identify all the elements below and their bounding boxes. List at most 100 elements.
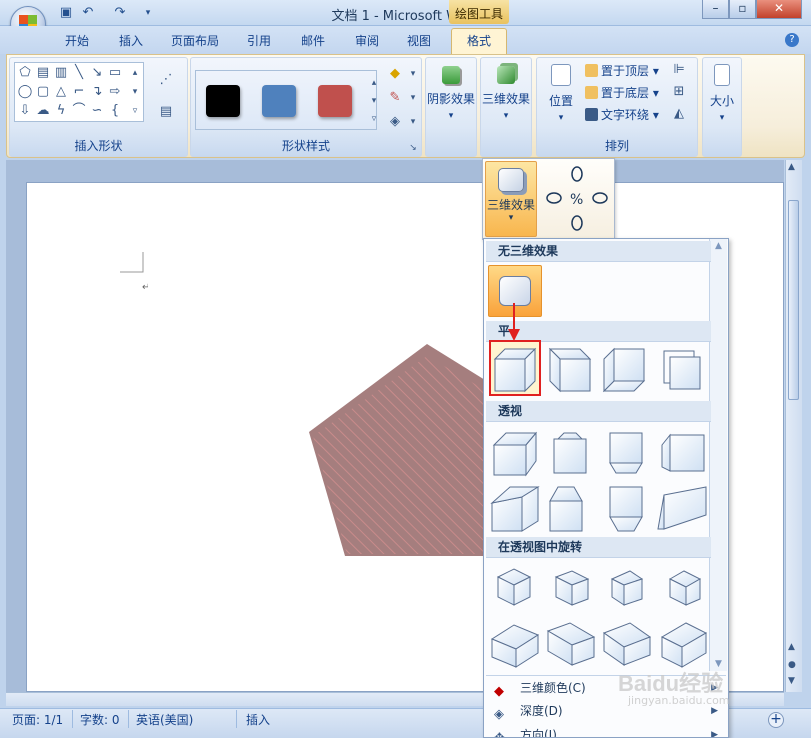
style-gallery-up-icon[interactable]: ▴ — [366, 75, 382, 91]
status-separator — [128, 710, 129, 728]
status-insert-mode[interactable]: 插入 — [246, 712, 270, 728]
send-to-back-button[interactable]: 置于底层 ▾ — [585, 84, 659, 102]
rectangle-shape-icon[interactable]: ▭ — [107, 65, 123, 81]
minimize-button[interactable]: – — [702, 0, 729, 19]
rotation-cube-3 — [610, 570, 644, 606]
scroll-up-icon[interactable]: ▲ — [788, 162, 795, 172]
status-page[interactable]: 页面: 1/1 — [12, 712, 63, 728]
parallel-cube-1 — [493, 347, 537, 393]
redo-icon[interactable]: ↷ — [112, 5, 128, 21]
tab-view[interactable]: 视图 — [398, 30, 440, 52]
close-button[interactable]: ✕ — [756, 0, 802, 19]
gallery-up-icon[interactable]: ▴ — [127, 65, 143, 81]
shape-outline-dropdown-icon[interactable]: ▾ — [405, 90, 421, 106]
group-label-arrange: 排列 — [604, 139, 629, 153]
change-shape-dropdown-icon[interactable]: ▾ — [405, 114, 421, 130]
cloud-shape-icon[interactable]: ☁ — [35, 103, 51, 119]
next-page-icon[interactable]: ▼ — [788, 676, 795, 686]
textbox-shape-icon[interactable]: ▤ — [35, 65, 51, 81]
arc-shape-icon[interactable]: ⌒ — [71, 103, 87, 119]
shadow-effects-label: 阴影效果 — [426, 92, 475, 106]
size-button[interactable]: 大小 ▾ — [703, 64, 741, 123]
right-arrow-shape-icon[interactable]: ⇨ — [107, 84, 123, 100]
pentagon-shape-icon[interactable]: ⬠ — [17, 65, 33, 81]
elbow-connector-icon[interactable]: ⌐ — [71, 84, 87, 100]
vertical-scroll-thumb[interactable] — [788, 200, 799, 400]
3d-effects-button[interactable]: 三维效果 ▾ — [481, 66, 531, 121]
gallery-scrollbar[interactable]: ▲ ▼ — [709, 239, 727, 671]
curve-shape-icon[interactable]: ∽ — [89, 103, 105, 119]
align-icon[interactable]: ⊫ — [671, 62, 687, 78]
save-icon[interactable]: ▣ — [58, 5, 74, 21]
text-wrap-label: 文字环绕 — [601, 108, 650, 122]
perspective-cube-4 — [661, 433, 705, 472]
tab-insert[interactable]: 插入 — [110, 30, 152, 52]
style-gallery-more-icon[interactable]: ▿ — [366, 111, 382, 127]
lightning-shape-icon[interactable]: ϟ — [53, 103, 69, 119]
tab-home[interactable]: 开始 — [56, 30, 98, 52]
3d-toggle-icon — [498, 168, 524, 192]
status-words[interactable]: 字数: 0 — [80, 712, 120, 728]
gallery-more-icon[interactable]: ▿ — [127, 103, 143, 119]
position-button[interactable]: 位置 ▾ — [541, 64, 581, 123]
3d-effects-toggle-button[interactable]: 三维效果 ▾ — [485, 161, 537, 237]
tab-format[interactable]: 格式 — [451, 28, 507, 54]
group-objects-icon[interactable]: ⊞ — [671, 84, 687, 100]
change-shape-icon[interactable]: ◈ — [387, 114, 403, 130]
maximize-button[interactable]: ▫ — [729, 0, 756, 19]
prev-page-icon[interactable]: ▲ — [788, 642, 795, 652]
status-separator — [236, 710, 237, 728]
qat-customize-icon[interactable]: ▾ — [140, 5, 156, 21]
shape-style-gallery[interactable]: ▴ ▾ ▿ — [195, 70, 377, 130]
shape-fill-icon[interactable]: ◆ — [387, 66, 403, 82]
text-margin-marker: ↵ — [120, 252, 148, 293]
text-wrap-button[interactable]: 文字环绕 ▾ — [585, 106, 659, 124]
elbow-arrow-icon[interactable]: ↴ — [89, 84, 105, 100]
select-browse-icon[interactable]: ● — [788, 660, 796, 670]
shadow-effects-button[interactable]: 阴影效果 ▾ — [426, 66, 476, 121]
shapes-gallery[interactable]: ⬠ ▤ ▥ ╲ ↘ ▭ ◯ ▢ △ ⌐ ↴ ⇨ ⇩ ☁ ϟ ⌒ ∽ { ▴ ▾ … — [14, 62, 144, 122]
arrow-line-icon[interactable]: ↘ — [89, 65, 105, 81]
bring-to-front-button[interactable]: 置于顶层 ▾ — [585, 62, 659, 80]
menu-direction[interactable]: ✥ 方向(I) ▶ — [486, 723, 726, 737]
oval-shape-icon[interactable]: ◯ — [17, 84, 33, 100]
line-shape-icon[interactable]: ╲ — [71, 65, 87, 81]
perspective-cube-6 — [549, 486, 583, 532]
triangle-shape-icon[interactable]: △ — [53, 84, 69, 100]
parallel-cube-2 — [548, 347, 592, 393]
vertical-textbox-icon[interactable]: ▥ — [53, 65, 69, 81]
status-language[interactable]: 英语(美国) — [136, 712, 193, 728]
rotation-cube-2 — [554, 570, 590, 606]
textbox-draw-icon[interactable]: ▤ — [158, 104, 174, 120]
style-swatch-blue[interactable] — [262, 85, 296, 117]
group-size: 大小 ▾ — [702, 57, 742, 157]
rotate-icon[interactable]: ◭ — [671, 106, 687, 122]
help-icon[interactable]: ? — [785, 33, 799, 47]
tab-mailings[interactable]: 邮件 — [292, 30, 334, 52]
brace-shape-icon[interactable]: { — [107, 103, 123, 119]
gallery-down-icon[interactable]: ▾ — [127, 84, 143, 100]
tab-review[interactable]: 审阅 — [346, 30, 388, 52]
gallery-scroll-up-icon[interactable]: ▲ — [710, 241, 727, 251]
perspective-cube-5 — [490, 486, 540, 532]
undo-icon[interactable]: ↶ — [80, 5, 96, 21]
pentagon-shape[interactable] — [305, 340, 485, 556]
group-label-insert-shapes: 插入形状 — [74, 139, 123, 153]
direction-icon: ✥ — [494, 727, 510, 737]
shape-outline-icon[interactable]: ✎ — [387, 90, 403, 106]
edit-shape-icon[interactable]: ⋰ — [158, 72, 174, 88]
zoom-in-icon[interactable]: + — [768, 712, 784, 728]
style-swatch-black[interactable] — [206, 85, 240, 117]
3d-effects-icon — [497, 66, 515, 84]
down-arrow-shape-icon[interactable]: ⇩ — [17, 103, 33, 119]
style-gallery-down-icon[interactable]: ▾ — [366, 93, 382, 109]
tilt-controls: % — [546, 166, 608, 231]
tab-page-layout[interactable]: 页面布局 — [164, 30, 226, 52]
rounded-rect-icon[interactable]: ▢ — [35, 84, 51, 100]
3d-effects-label: 三维效果 — [481, 92, 530, 106]
context-tab-drawing-tools: 绘图工具 — [449, 0, 509, 24]
tab-references[interactable]: 引用 — [238, 30, 280, 52]
shape-fill-dropdown-icon[interactable]: ▾ — [405, 66, 421, 82]
style-swatch-red[interactable] — [318, 85, 352, 117]
rotation-cube-1 — [496, 568, 532, 606]
